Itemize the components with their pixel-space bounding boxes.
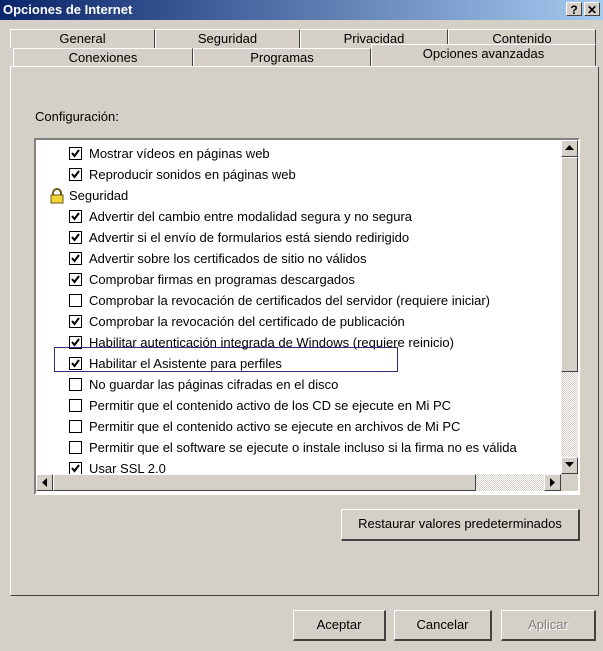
restore-defaults-label: Restaurar valores predeterminados (358, 516, 562, 531)
scroll-left-button[interactable] (36, 474, 53, 491)
settings-item-label: Advertir del cambio entre modalidad segu… (89, 209, 413, 224)
settings-item-label: Seguridad (69, 188, 129, 203)
checkbox[interactable] (69, 441, 82, 454)
restore-defaults-button[interactable]: Restaurar valores predeterminados (341, 509, 580, 541)
settings-item-label: Reproducir sonidos en páginas web (89, 167, 296, 182)
cancel-button[interactable]: Cancelar (394, 610, 492, 641)
settings-item-label: Permitir que el contenido activo de los … (89, 398, 452, 413)
vertical-scroll-thumb[interactable] (561, 157, 578, 372)
checkbox[interactable] (69, 273, 82, 286)
checkmark-icon (71, 149, 80, 158)
settings-item-label: Mostrar vídeos en páginas web (89, 146, 270, 161)
title-bar[interactable]: Opciones de Internet ? ✕ (0, 0, 603, 20)
apply-button[interactable]: Aplicar (501, 610, 596, 641)
lock-icon (49, 188, 65, 204)
checkbox[interactable] (69, 231, 82, 244)
checkbox[interactable] (69, 210, 82, 223)
checkmark-icon (71, 212, 80, 221)
checkbox[interactable] (69, 420, 82, 433)
settings-item-label: Permitir que el contenido activo se ejec… (89, 419, 461, 434)
arrow-right-icon (550, 478, 555, 487)
settings-item-label: No guardar las páginas cifradas en el di… (89, 377, 339, 392)
settings-item-label: Comprobar firmas en programas descargado… (89, 272, 355, 287)
help-button[interactable]: ? (566, 2, 582, 17)
checkbox[interactable] (69, 294, 82, 307)
arrow-down-icon (565, 462, 574, 467)
scroll-up-button[interactable] (561, 140, 578, 157)
scroll-down-button[interactable] (561, 457, 578, 474)
scrollbar-corner (561, 474, 578, 491)
settings-item-label: Comprobar la revocación de certificados … (89, 293, 491, 308)
focus-rectangle (54, 347, 398, 372)
settings-item-label: Advertir si el envío de formularios está… (89, 230, 410, 245)
close-button[interactable]: ✕ (584, 2, 600, 17)
settings-item-label: Comprobar la revocación del certificado … (89, 314, 405, 329)
checkbox[interactable] (69, 252, 82, 265)
scroll-right-button[interactable] (544, 474, 561, 491)
checkmark-icon (71, 254, 80, 263)
horizontal-scroll-thumb[interactable] (53, 474, 476, 491)
checkmark-icon (71, 464, 80, 473)
tab-programas[interactable]: Programas (193, 48, 371, 67)
tab-conexiones[interactable]: Conexiones (13, 48, 193, 67)
checkbox[interactable] (69, 378, 82, 391)
settings-list[interactable]: Mostrar vídeos en páginas web Reproducir … (34, 138, 580, 495)
ok-button[interactable]: Aceptar (293, 610, 386, 641)
checkbox[interactable] (69, 399, 82, 412)
checkbox[interactable] (69, 147, 82, 160)
checkmark-icon (71, 170, 80, 179)
arrow-left-icon (42, 478, 47, 487)
checkmark-icon (71, 317, 80, 326)
settings-label: Configuración: (35, 109, 119, 124)
checkmark-icon (71, 275, 80, 284)
tab-general[interactable]: General (10, 29, 155, 48)
horizontal-scrollbar[interactable] (36, 474, 561, 491)
internet-options-dialog: Opciones de Internet ? ✕ General Segurid… (0, 0, 603, 651)
checkmark-icon (71, 233, 80, 242)
tab-seguridad[interactable]: Seguridad (155, 29, 300, 48)
arrow-up-icon (565, 145, 574, 150)
window-title: Opciones de Internet (3, 2, 133, 17)
settings-item-label: Permitir que el software se ejecute o in… (89, 440, 517, 455)
settings-item-label: Advertir sobre los certificados de sitio… (89, 251, 367, 266)
tab-opciones-avanzadas[interactable]: Opciones avanzadas (371, 44, 596, 66)
checkbox[interactable] (69, 168, 82, 181)
checkbox[interactable] (69, 315, 82, 328)
vertical-scrollbar[interactable] (561, 140, 578, 474)
